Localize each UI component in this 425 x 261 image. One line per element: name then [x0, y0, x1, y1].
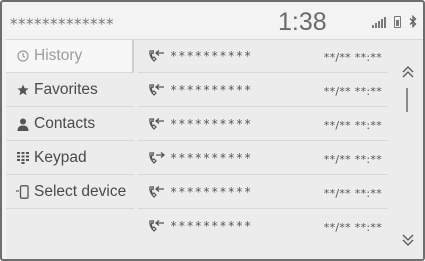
outgoing-call-icon: [149, 152, 166, 164]
call-row[interactable]: ********** **/** **:**: [138, 142, 388, 175]
sidebar-item-label: History: [34, 47, 83, 64]
battery-icon: [394, 16, 401, 28]
incoming-call-icon: [149, 220, 164, 232]
contact-icon: [12, 118, 34, 131]
call-history-list: ********** **/** **:** ********** **/** …: [138, 40, 390, 259]
call-row[interactable]: ********** **/** **:**: [138, 210, 388, 243]
caller-name: **********: [170, 83, 253, 97]
status-icons: [372, 15, 417, 28]
signal-icon: [372, 16, 386, 28]
incoming-call-icon: [149, 50, 164, 62]
chevron-down-icon: [402, 234, 414, 246]
sidebar-item-select-device[interactable]: Select device: [6, 176, 134, 209]
call-row[interactable]: ********** **/** **:**: [138, 40, 388, 73]
status-bar: ************* 1:38: [6, 6, 423, 40]
star-icon: [12, 84, 34, 96]
call-row[interactable]: ********** **/** **:**: [138, 74, 388, 107]
scroll-up-button[interactable]: [398, 62, 418, 82]
incoming-call-icon: [149, 84, 164, 96]
scroll-down-button[interactable]: [398, 230, 418, 250]
call-time: **/** **:**: [323, 119, 382, 132]
call-time: **/** **:**: [323, 221, 382, 234]
call-time: **/** **:**: [323, 187, 382, 200]
phone-screen: ************* 1:38 History Favorites Con…: [6, 6, 423, 259]
caller-name: **********: [170, 117, 253, 131]
sidebar-item-history[interactable]: History: [6, 40, 134, 73]
sidebar-item-label: Keypad: [34, 149, 87, 166]
incoming-call-icon: [149, 118, 164, 130]
scroll-thumb[interactable]: [406, 88, 408, 112]
bluetooth-icon: [409, 15, 417, 28]
caller-name: **********: [170, 185, 253, 199]
keypad-icon: [12, 152, 34, 164]
call-time: **/** **:**: [323, 51, 382, 64]
phone-icon: [12, 185, 34, 199]
sidebar: History Favorites Contacts Keypad Select…: [6, 40, 134, 259]
caller-name: **********: [170, 49, 253, 63]
call-row[interactable]: ********** **/** **:**: [138, 108, 388, 141]
call-time: **/** **:**: [323, 153, 382, 166]
clock: 1:38: [278, 8, 327, 36]
sidebar-item-favorites[interactable]: Favorites: [6, 74, 134, 107]
device-name: *************: [10, 15, 114, 33]
display-frame: ************* 1:38 History Favorites Con…: [0, 0, 425, 261]
sidebar-item-keypad[interactable]: Keypad: [6, 142, 134, 175]
sidebar-item-label: Select device: [34, 183, 127, 200]
caller-name: **********: [170, 219, 253, 233]
sidebar-item-label: Contacts: [34, 115, 96, 132]
history-icon: [12, 50, 34, 62]
call-time: **/** **:**: [323, 85, 382, 98]
sidebar-item-contacts[interactable]: Contacts: [6, 108, 134, 141]
scroll-bar[interactable]: [392, 40, 423, 259]
call-row[interactable]: ********** **/** **:**: [138, 176, 388, 209]
sidebar-item-label: Favorites: [34, 81, 98, 98]
chevron-up-icon: [402, 66, 414, 78]
caller-name: **********: [170, 151, 253, 165]
incoming-call-icon: [149, 186, 164, 198]
